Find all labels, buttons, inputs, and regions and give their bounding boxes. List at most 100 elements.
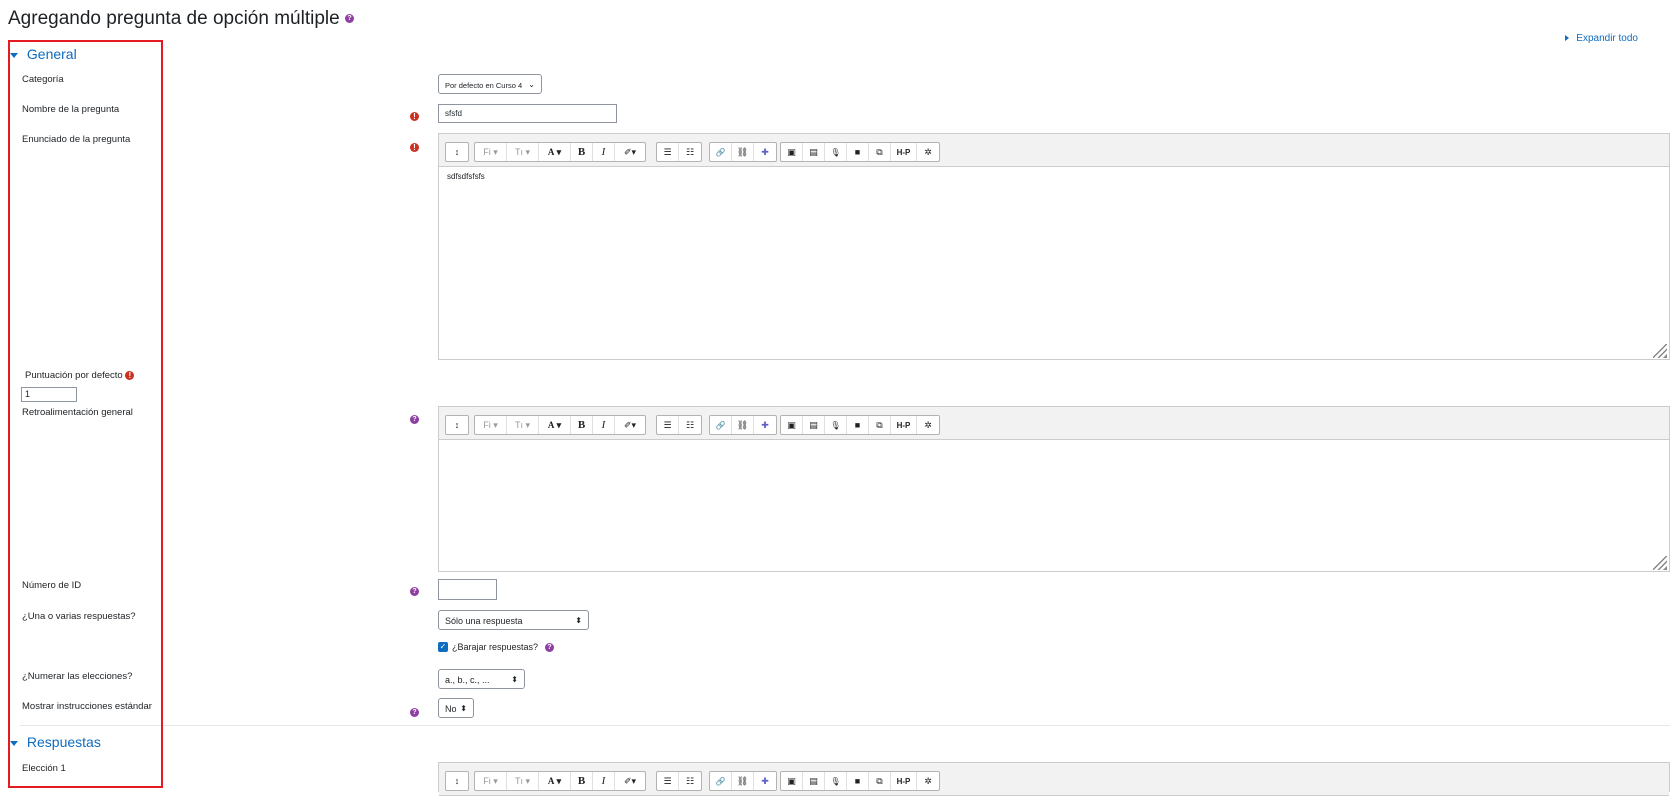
image-button[interactable]: ▣ [781, 772, 803, 790]
help-icon[interactable]: ? [410, 411, 419, 429]
color-label: A [547, 776, 555, 786]
media-button[interactable]: ▤ [803, 143, 825, 161]
shuffle-checkbox[interactable]: ✓ [438, 642, 448, 652]
media-button[interactable]: ▤ [803, 416, 825, 434]
required-icon: ! [410, 106, 419, 124]
collapse-button[interactable]: ↕ [446, 772, 468, 790]
unlink-button[interactable]: ⛓ [732, 416, 754, 434]
link-button[interactable]: 🔗 [710, 143, 732, 161]
unlink-button[interactable]: ⛓ [732, 772, 754, 790]
help-icon[interactable]: ? [545, 642, 555, 652]
font-label: Fi [483, 147, 491, 157]
font-size-button[interactable]: Tı ▾ [507, 772, 539, 790]
ordered-list-button[interactable]: ☷ [679, 772, 701, 790]
category-select[interactable]: Por defecto en Curso 4 ⌄ [438, 74, 542, 94]
manage-files-button[interactable]: ⧉ [869, 416, 891, 434]
toolbar-group: ☰ ☷ [656, 415, 702, 435]
link-button[interactable]: 🔗 [710, 416, 732, 434]
record-audio-button[interactable]: 🎙 [825, 772, 847, 790]
ordered-list-button[interactable]: ☷ [679, 416, 701, 434]
unordered-list-button[interactable]: ☰ [657, 416, 679, 434]
link-button[interactable]: 🔗 [710, 772, 732, 790]
bold-button[interactable]: B [571, 772, 593, 790]
record-audio-button[interactable]: 🎙 [825, 416, 847, 434]
italic-button[interactable]: I [593, 416, 615, 434]
question-text-editor[interactable]: ↕ Fi ▾ Tı ▾ A ▾ B I ✐ ▾ ☰ ☷ 🔗 ⛓ ✚ ▣ ▤ 🎙 ■… [438, 133, 1670, 360]
expand-all-text: Expandir todo [1576, 33, 1638, 44]
record-video-button[interactable]: ■ [847, 416, 869, 434]
highlight-button[interactable]: ✐ ▾ [615, 143, 645, 161]
teams-button[interactable]: ✚ [754, 143, 776, 161]
font-size-button[interactable]: Tı ▾ [507, 143, 539, 161]
id-number-input[interactable] [438, 579, 497, 600]
section-divider [20, 725, 1670, 726]
teams-button[interactable]: ✚ [754, 416, 776, 434]
font-size-button[interactable]: Tı ▾ [507, 416, 539, 434]
record-video-button[interactable]: ■ [847, 143, 869, 161]
collapse-button[interactable]: ↕ [446, 143, 468, 161]
bold-button[interactable]: B [571, 143, 593, 161]
record-video-button[interactable]: ■ [847, 772, 869, 790]
unordered-list-button[interactable]: ☰ [657, 772, 679, 790]
color-label: A [547, 147, 555, 157]
general-feedback-editor[interactable]: ↕ Fi ▾ Tı ▾ A ▾ B I ✐ ▾ ☰ ☷ 🔗 ⛓ ✚ ▣ ▤ 🎙 ■… [438, 406, 1670, 572]
font-color-button[interactable]: A ▾ [539, 416, 571, 434]
h5p-button[interactable]: H-P [891, 772, 917, 790]
ordered-list-button[interactable]: ☷ [679, 143, 701, 161]
highlight-button[interactable]: ✐ ▾ [615, 772, 645, 790]
expand-all-link[interactable]: Expandir todo [1564, 33, 1638, 44]
highlight-icon: ✐ [623, 146, 632, 157]
shuffle-label: ¿Barajar respuestas? [452, 642, 539, 652]
help-icon[interactable]: ? [344, 14, 354, 24]
record-audio-button[interactable]: 🎙 [825, 143, 847, 161]
toolbar-group: 🔗 ⛓ ✚ [709, 415, 777, 435]
toolbar-group: ▣ ▤ 🎙 ■ ⧉ H-P ✲ [780, 771, 940, 791]
font-color-button[interactable]: A ▾ [539, 772, 571, 790]
h5p-button[interactable]: H-P [891, 143, 917, 161]
manage-files-button[interactable]: ⧉ [869, 143, 891, 161]
font-color-button[interactable]: A ▾ [539, 143, 571, 161]
editor-toolbar: ↕ Fi ▾ Tı ▾ A ▾ B I ✐ ▾ ☰ ☷ 🔗 ⛓ ✚ ▣ ▤ 🎙 ■… [439, 763, 1669, 796]
standard-instructions-select[interactable]: No ⬍ [438, 698, 474, 718]
resize-grip-icon[interactable] [1653, 556, 1667, 570]
caret-right-icon [1564, 35, 1569, 42]
highlight-icon: ✐ [623, 775, 632, 786]
italic-button[interactable]: I [593, 772, 615, 790]
category-select-value: Por defecto en Curso 4 [445, 81, 523, 90]
question-name-input[interactable]: sfsfd [438, 104, 617, 123]
collapse-button[interactable]: ↕ [446, 416, 468, 434]
teams-button[interactable]: ✚ [754, 772, 776, 790]
size-label: Tı [514, 776, 523, 786]
chevron-down-icon: ⌄ [528, 80, 535, 89]
more-button[interactable]: ✲ [917, 772, 939, 790]
h5p-button[interactable]: H-P [891, 416, 917, 434]
general-feedback-content[interactable] [439, 440, 1669, 572]
numbering-value: a., b., c., ... [445, 675, 490, 685]
font-label: Fi [483, 420, 491, 430]
question-text-content[interactable]: sdfsdfsfsfs [439, 167, 1669, 360]
resize-grip-icon[interactable] [1653, 344, 1667, 358]
toolbar-group: ▣ ▤ 🎙 ■ ⧉ H-P ✲ [780, 415, 940, 435]
toolbar-group: 🔗 ⛓ ✚ [709, 142, 777, 162]
media-button[interactable]: ▤ [803, 772, 825, 790]
help-icon[interactable]: ? [410, 583, 419, 601]
more-button[interactable]: ✲ [917, 143, 939, 161]
image-button[interactable]: ▣ [781, 143, 803, 161]
font-family-button[interactable]: Fi ▾ [475, 143, 507, 161]
choice1-editor[interactable]: ↕ Fi ▾ Tı ▾ A ▾ B I ✐ ▾ ☰ ☷ 🔗 ⛓ ✚ ▣ ▤ 🎙 ■… [438, 762, 1670, 796]
font-family-button[interactable]: Fi ▾ [475, 772, 507, 790]
font-family-button[interactable]: Fi ▾ [475, 416, 507, 434]
bold-button[interactable]: B [571, 416, 593, 434]
more-button[interactable]: ✲ [917, 416, 939, 434]
single-multiple-select[interactable]: Sólo una respuesta ⬍ [438, 610, 589, 630]
color-label: A [547, 420, 555, 430]
help-icon[interactable]: ? [410, 704, 419, 722]
image-button[interactable]: ▣ [781, 416, 803, 434]
numbering-select[interactable]: a., b., c., ... ⬍ [438, 669, 525, 689]
highlight-button[interactable]: ✐ ▾ [615, 416, 645, 434]
italic-button[interactable]: I [593, 143, 615, 161]
unlink-button[interactable]: ⛓ [732, 143, 754, 161]
manage-files-button[interactable]: ⧉ [869, 772, 891, 790]
toolbar-group: ↕ [445, 771, 469, 791]
unordered-list-button[interactable]: ☰ [657, 143, 679, 161]
